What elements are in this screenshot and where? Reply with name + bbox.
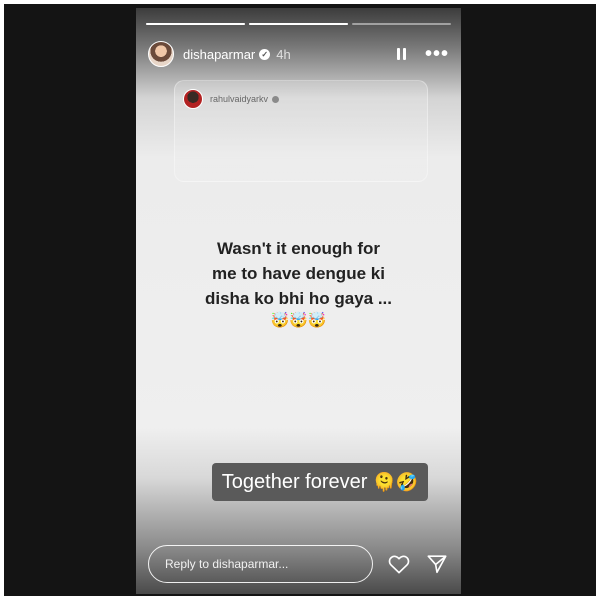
progress-segment — [352, 23, 451, 25]
story-progress-bar — [146, 23, 451, 25]
heart-icon[interactable] — [387, 552, 411, 576]
post-time: 4h — [276, 46, 291, 62]
story-text-line: disha ko bhi ho gaya ... — [204, 289, 393, 308]
reply-input[interactable] — [148, 545, 374, 583]
pause-icon[interactable] — [393, 45, 411, 63]
send-icon[interactable] — [425, 552, 449, 576]
progress-fill — [146, 23, 245, 25]
shared-post-avatar — [183, 89, 203, 109]
avatar[interactable] — [148, 41, 174, 67]
more-dots-icon[interactable]: ••• — [425, 44, 449, 64]
exploding-head-emojis: 🤯🤯🤯 — [270, 312, 327, 329]
story-text: Wasn't it enough for me to have dengue k… — [156, 236, 441, 331]
verified-badge-icon: ✓ — [259, 48, 271, 60]
reply-bar — [148, 545, 449, 583]
progress-segment — [249, 23, 348, 25]
story-text-line: Wasn't it enough for — [216, 239, 380, 258]
text-sticker: Together forever 🫠🤣 — [212, 463, 428, 501]
shared-post-card[interactable]: rahulvaidyarkv — [174, 80, 428, 182]
story-text-line: me to have dengue ki — [212, 264, 385, 283]
shared-post-username: rahulvaidyarkv — [210, 94, 269, 104]
progress-fill — [249, 23, 348, 25]
shared-verified-icon — [272, 95, 280, 103]
story-viewer[interactable]: dishaparmar ✓ 4h ••• rahulvaidyarkv Wasn… — [136, 8, 461, 594]
shared-post-header: rahulvaidyarkv — [183, 89, 280, 109]
sticker-text: Together forever — [221, 470, 368, 493]
story-header: dishaparmar ✓ 4h ••• — [148, 40, 449, 68]
sticker-emojis: 🫠🤣 — [373, 471, 419, 492]
progress-segment — [146, 23, 245, 25]
username[interactable]: dishaparmar — [183, 47, 255, 62]
